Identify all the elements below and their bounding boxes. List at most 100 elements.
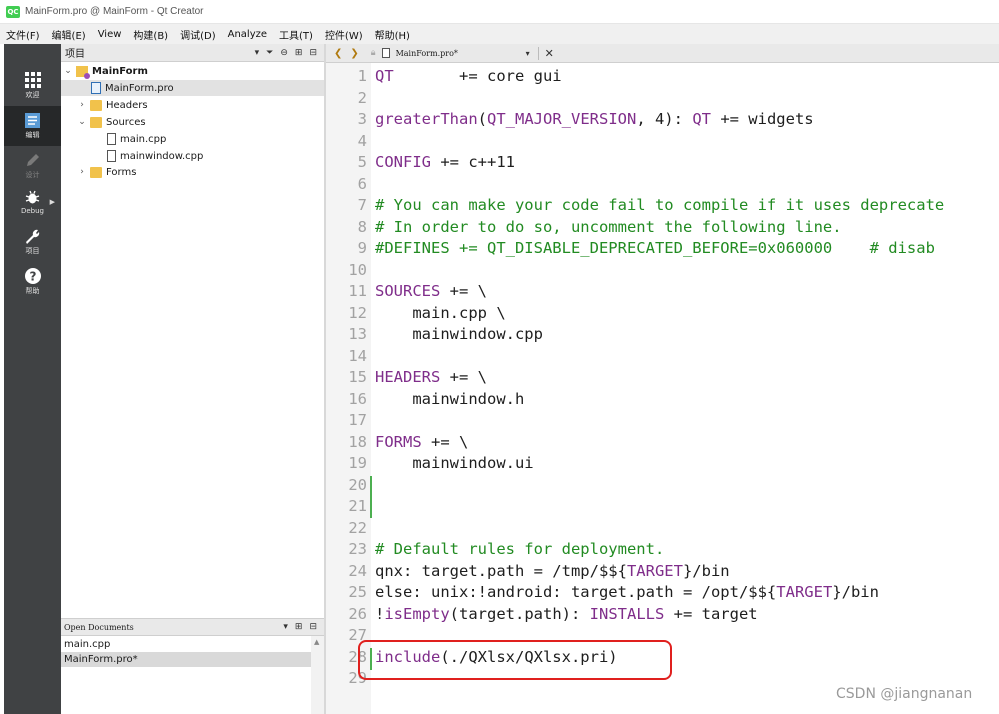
project-tree: ⌄ MainForm MainForm.pro › Headers ⌄ Sour… [61,62,324,617]
svg-text:?: ? [29,270,36,284]
document-dropdown-icon[interactable]: ▾ [526,49,530,58]
mode-welcome[interactable]: 欢迎 [4,66,61,106]
code-token: QT_MAJOR_VERSION [487,110,637,128]
menu-view[interactable]: View [98,29,122,40]
mode-design[interactable]: 设计 [4,146,61,186]
expanded-chevron-icon[interactable]: ⌄ [63,66,73,76]
code-token: qnx: target.path = /tmp/$${ [375,561,627,580]
view-dropdown-icon[interactable]: ▾ [283,622,288,632]
link-icon[interactable]: ⊖ [280,48,288,58]
tree-node-main-cpp[interactable]: main.cpp [107,131,307,147]
code-line[interactable]: SOURCES += \ [375,281,487,302]
collapsed-chevron-icon[interactable]: › [77,100,87,110]
title-bar: QC MainForm.pro @ MainForm - Qt Creator [0,0,999,24]
code-line[interactable]: qnx: target.path = /tmp/$${TARGET}/bin [375,561,730,582]
code-line[interactable]: HEADERS += \ [375,367,487,388]
tree-node-pro-file[interactable]: MainForm.pro [61,80,324,96]
mode-label-edit: 编辑 [25,130,40,139]
code-line[interactable]: FORMS += \ [375,432,468,453]
menu-help[interactable]: 帮助(H) [375,27,410,42]
mode-edit[interactable]: 编辑 [4,106,61,146]
tree-node-project[interactable]: ⌄ MainForm [63,63,321,79]
filter-icon[interactable]: ⏷ [266,48,273,58]
menu-widgets[interactable]: 控件(W) [325,27,363,42]
split-icon[interactable]: ⊞ [295,48,303,58]
code-line[interactable]: mainwindow.ui [375,453,533,474]
code-line[interactable]: main.cpp \ [375,303,505,324]
open-file-tab[interactable]: MainForm.pro* [396,49,526,58]
line-number: 10 [348,260,367,279]
code-line[interactable]: !isEmpty(target.path): INSTALLS += targe… [375,604,758,625]
code-editor[interactable]: QT += core gui greaterThan(QT_MAJOR_VERSI… [371,63,999,714]
projects-pane-title[interactable]: 项目 [65,45,255,60]
forward-arrow-icon[interactable]: ❯ [350,48,358,59]
code-line[interactable]: #DEFINES += QT_DISABLE_DEPRECATED_BEFORE… [375,238,935,259]
open-document-item[interactable]: MainForm.pro* [61,652,311,667]
tree-node-forms[interactable]: › Forms [77,164,317,180]
line-number: 24 [348,561,367,580]
code-token: , 4): [636,110,693,128]
close-pane-icon[interactable]: ⊟ [309,48,317,58]
code-token: greaterThan [375,110,478,128]
code-token: += \ [440,282,487,300]
document-icon [381,48,390,58]
code-line[interactable]: CONFIG += c++11 [375,152,515,173]
debug-menu-arrow-icon[interactable]: ▶ [50,198,55,206]
tree-node-label: main.cpp [120,133,167,145]
line-number: 17 [348,411,367,429]
open-document-item[interactable]: main.cpp [61,637,311,652]
grid-icon [24,72,41,88]
code-line[interactable]: # Default rules for deployment. [375,539,664,560]
split-icon[interactable]: ⊞ [295,622,303,632]
code-token: SOURCES [375,282,441,300]
editor-toolbar: ❮ ❯ 🔒︎ MainForm.pro* ▾ ✕ [326,44,999,63]
line-number: 8 [357,217,367,236]
code-token: mainwindow.cpp [375,325,543,343]
code-line[interactable]: greaterThan(QT_MAJOR_VERSION, 4): QT += … [375,109,814,130]
mode-label-design: 设计 [25,170,40,179]
cpp-file-icon [107,150,116,162]
line-number: 15 [348,368,367,386]
mode-projects[interactable]: 项目 [4,222,61,262]
code-line[interactable]: # You can make your code fail to compile… [375,195,944,216]
menu-edit[interactable]: 编辑(E) [52,27,86,42]
back-arrow-icon[interactable]: ❮ [334,48,342,59]
code-token: QT [692,110,711,128]
line-number: 4 [357,131,367,150]
tree-node-label: Sources [106,116,146,128]
collapsed-chevron-icon[interactable]: › [77,167,87,177]
code-line[interactable]: mainwindow.h [375,389,524,410]
menu-file[interactable]: 文件(F) [6,27,40,42]
mode-help[interactable]: ? 帮助 [4,262,61,302]
line-number: 5 [357,153,367,171]
tree-node-headers[interactable]: › Headers [77,97,317,113]
code-token: # You can make your code fail to compile… [375,196,945,214]
close-icon[interactable]: ✕ [537,46,554,60]
mode-selector-bar: 欢迎 编辑 设计 Debug ▶ 项目 ? 帮助 [4,44,61,714]
code-token: += \ [421,432,469,451]
menu-tools[interactable]: 工具(T) [279,27,313,42]
code-line[interactable]: QT += core gui [375,66,562,87]
line-number: 3 [357,110,367,128]
mode-debug[interactable]: Debug ▶ [4,182,61,222]
code-line[interactable]: mainwindow.cpp [375,324,543,345]
open-documents-scrollbar[interactable]: ▲ [311,636,324,714]
scroll-up-icon[interactable]: ▲ [314,638,319,646]
line-number: 21 [348,497,367,515]
help-icon: ? [24,268,41,284]
line-number: 13 [348,325,367,343]
menu-debug[interactable]: 调试(D) [180,27,216,42]
tree-node-mainwindow-cpp[interactable]: mainwindow.cpp [107,148,307,164]
menu-build[interactable]: 构建(B) [133,27,168,42]
code-line[interactable]: else: unix:!android: target.path = /opt/… [375,582,879,603]
menu-analyze[interactable]: Analyze [228,29,267,40]
code-token: # Default rules for deployment. [375,540,665,558]
line-number: 12 [348,303,367,322]
expanded-chevron-icon[interactable]: ⌄ [77,117,87,127]
code-token: (target.path): [449,604,590,623]
view-dropdown-icon[interactable]: ▾ [255,48,260,58]
code-line[interactable]: # In order to do so, uncomment the follo… [375,217,842,238]
close-pane-icon[interactable]: ⊟ [309,622,317,632]
wrench-icon [26,229,40,244]
tree-node-sources[interactable]: ⌄ Sources [77,114,317,130]
